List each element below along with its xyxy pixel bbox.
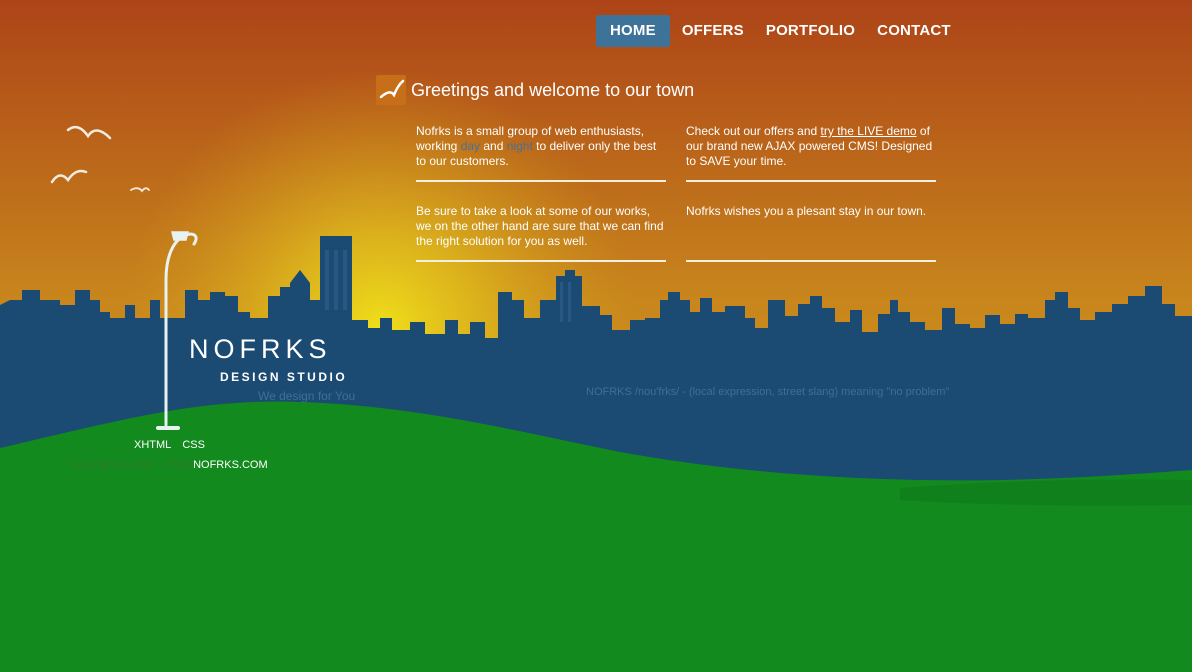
- divider: [686, 180, 936, 182]
- site-link[interactable]: NOFRKS.COM: [193, 459, 268, 471]
- main-nav: HOME OFFERS PORTFOLIO CONTACT: [596, 15, 962, 47]
- divider: [416, 260, 666, 262]
- intro-box: Nofrks is a small group of web enthusias…: [416, 124, 666, 182]
- word-day: day: [460, 139, 481, 153]
- live-demo-link[interactable]: try the LIVE demo: [821, 124, 917, 138]
- page-title: Greetings and welcome to our town: [411, 79, 695, 100]
- word-night: night: [506, 139, 533, 153]
- nav-offers[interactable]: OFFERS: [671, 15, 755, 47]
- logo-name: NOFRKS: [189, 334, 332, 364]
- bird-icon: [376, 75, 406, 105]
- nav-contact[interactable]: CONTACT: [866, 15, 962, 47]
- nav-home[interactable]: HOME: [596, 15, 670, 47]
- nav-portfolio[interactable]: PORTFOLIO: [755, 15, 866, 47]
- xhtml-link[interactable]: XHTML: [134, 439, 171, 451]
- name-meaning: NOFRKS /nou'frks/ - (local expression, s…: [586, 386, 950, 398]
- divider: [686, 260, 936, 262]
- copyright: Copyright © 2007 - 2008 NOFRKS.COM: [70, 459, 268, 471]
- logo-tagline: We design for You: [258, 389, 356, 403]
- logo-subtitle: DESIGN STUDIO: [220, 370, 348, 384]
- validator-badges: XHTML CSS: [134, 439, 213, 451]
- welcome-heading: Greetings and welcome to our town: [376, 75, 694, 105]
- stay-box: Nofrks wishes you a plesant stay in our …: [686, 204, 936, 262]
- demo-box: Check out our offers and try the LIVE de…: [686, 124, 936, 182]
- works-box: Be sure to take a look at some of our wo…: [416, 204, 666, 262]
- css-link[interactable]: CSS: [182, 439, 205, 451]
- divider: [416, 180, 666, 182]
